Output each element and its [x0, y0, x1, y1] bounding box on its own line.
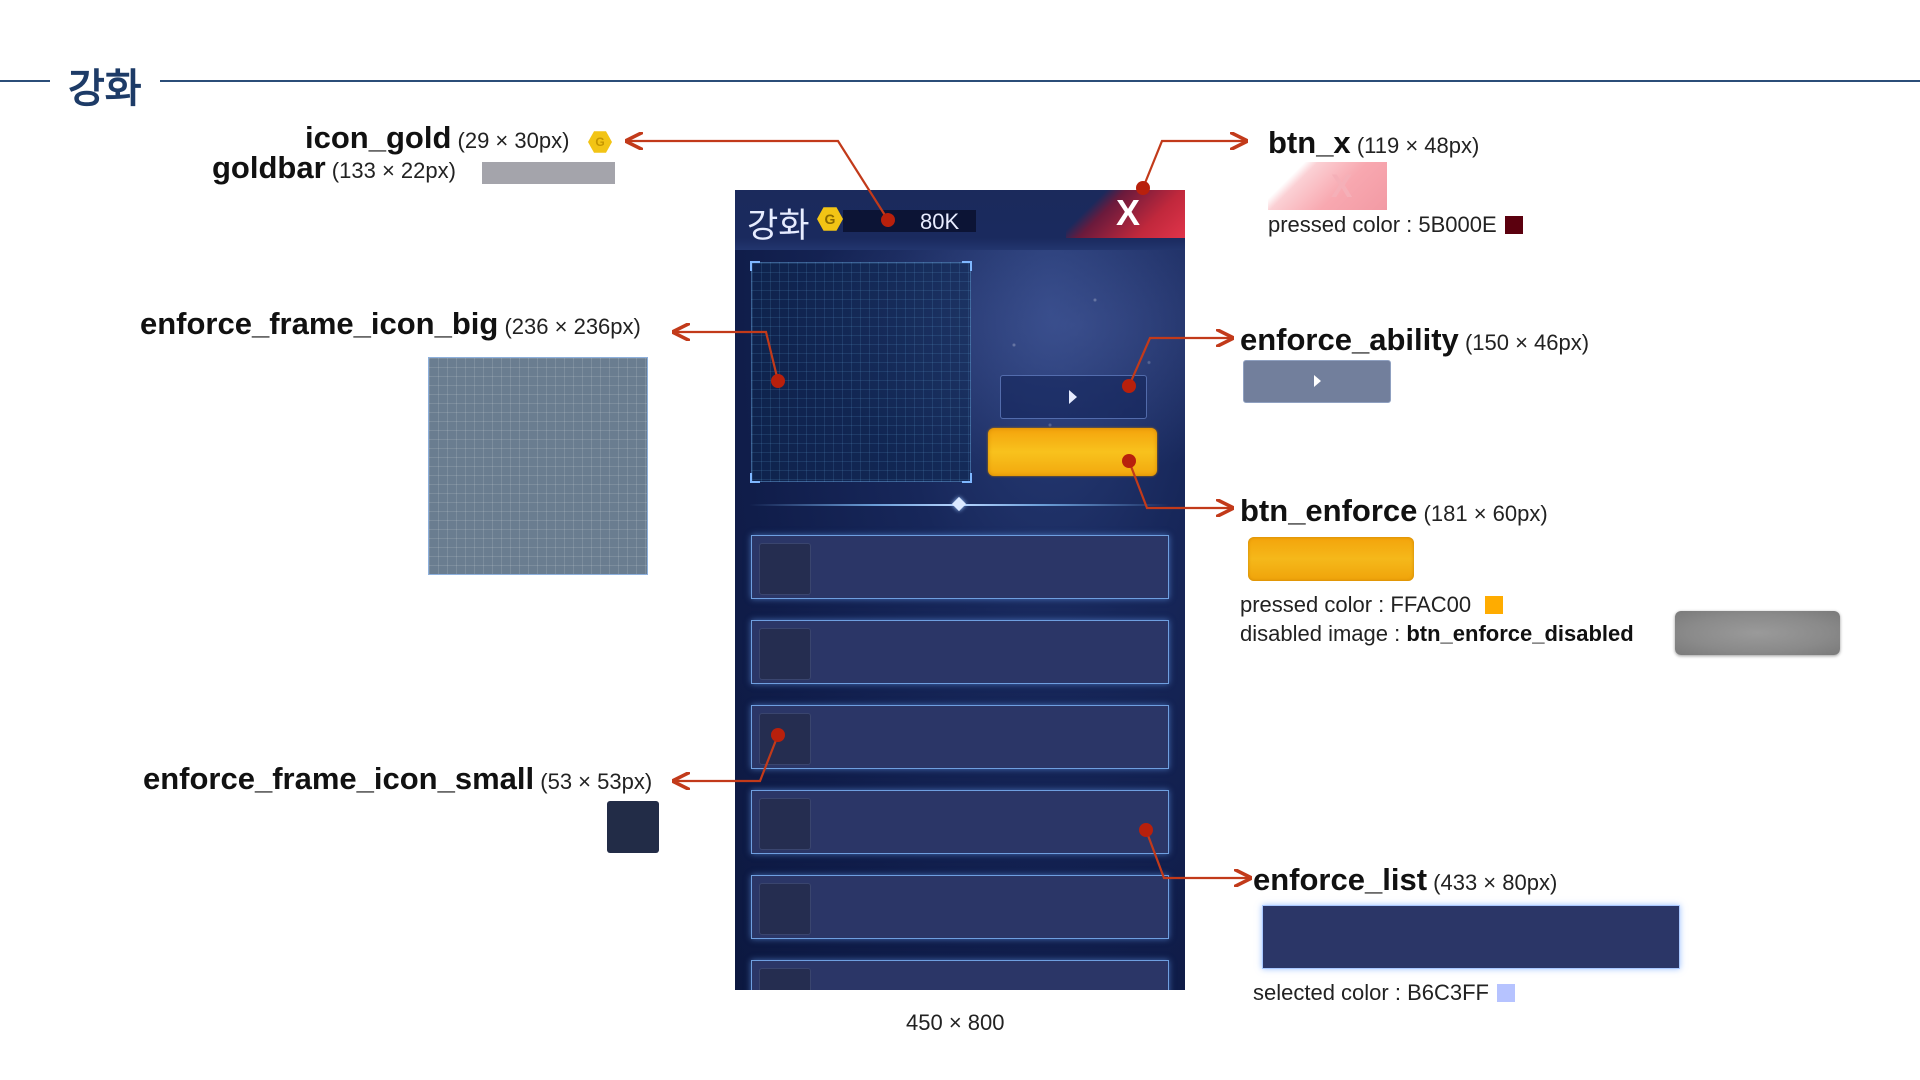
close-icon: X	[1331, 168, 1353, 204]
label-name: enforce_ability	[1240, 322, 1459, 357]
enforce-list-item[interactable]	[751, 875, 1169, 939]
game-screen: 강화 G 80K X	[735, 190, 1185, 990]
label-name: icon_gold	[305, 120, 452, 155]
label-goldbar: goldbar (133 × 22px)	[212, 152, 456, 183]
enforce-frame-icon-small	[759, 883, 811, 935]
color-swatch	[1485, 596, 1504, 614]
btn-x-sample	[1268, 162, 1387, 210]
btn-enforce-pressed-note: pressed color : FFAC00	[1240, 592, 1504, 618]
label-btn-enforce: btn_enforce (181 × 60px)	[1240, 495, 1548, 526]
enforce-frame-icon-small	[759, 968, 811, 990]
enforce-frame-icon-small	[759, 713, 811, 765]
label-size: (433 × 80px)	[1433, 870, 1558, 895]
frame-corner	[962, 473, 972, 483]
label-enforce-list: enforce_list (433 × 80px)	[1253, 864, 1557, 895]
label-size: (29 × 30px)	[457, 128, 570, 153]
label-size: (236 × 236px)	[504, 314, 641, 339]
label-icon-gold: icon_gold (29 × 30px)	[305, 122, 569, 153]
header-rule-left	[0, 80, 50, 82]
gold-amount: 80K	[920, 209, 960, 234]
header-rule-right	[160, 80, 1920, 82]
label-name: btn_enforce	[1240, 493, 1418, 528]
label-enforce-ability: enforce_ability (150 × 46px)	[1240, 324, 1589, 355]
frame-corner	[962, 261, 972, 271]
label-name: enforce_frame_icon_small	[143, 761, 535, 796]
label-size: (53 × 53px)	[540, 769, 653, 794]
label-name: btn_x	[1268, 125, 1351, 160]
note-text: selected color : B6C3FF	[1253, 980, 1489, 1005]
frame-corner	[750, 261, 760, 271]
canvas-size-caption: 450 × 800	[906, 1010, 1005, 1035]
btn-enforce-disabled-sample	[1675, 611, 1840, 655]
screen-title: 강화	[747, 207, 810, 245]
note-text: pressed color : FFAC00	[1240, 592, 1472, 617]
enforce-frame-big-sample	[428, 357, 648, 575]
enforce-frame-icon-small	[759, 798, 811, 850]
section-title: 강화	[68, 67, 142, 111]
enforce-list-item[interactable]	[751, 790, 1169, 854]
close-icon: X	[1116, 192, 1141, 233]
arrow-btn-x	[1141, 141, 1246, 189]
label-size: (181 × 60px)	[1423, 501, 1548, 526]
enforce-list-item[interactable]	[751, 620, 1169, 684]
enforce-frame-small-sample	[607, 801, 659, 853]
enforce-list-sample	[1262, 905, 1680, 969]
enforce-list-item[interactable]	[751, 705, 1169, 769]
gold-icon: G	[817, 207, 843, 231]
note-name: btn_enforce_disabled	[1406, 621, 1634, 646]
btn-enforce-sample	[1248, 537, 1414, 581]
gold-icon-sample: G	[588, 131, 612, 153]
enforce-ability-button[interactable]	[1000, 375, 1147, 419]
enforce-frame-icon-big[interactable]	[750, 261, 972, 483]
enforce-list-item[interactable]	[751, 960, 1169, 990]
label-name: goldbar	[212, 150, 326, 185]
frame-corner	[750, 473, 760, 483]
note-text: pressed color : 5B000E	[1268, 212, 1497, 237]
enforce-frame-icon-small	[759, 543, 811, 595]
btn-enforce-disabled-note: disabled image : btn_enforce_disabled	[1240, 621, 1634, 647]
enforce-frame-icon-small	[759, 628, 811, 680]
color-swatch	[1504, 216, 1523, 234]
enforce-list-selected-note: selected color : B6C3FF	[1253, 980, 1515, 1006]
goldbar-sample	[482, 162, 615, 184]
label-size: (133 × 22px)	[331, 158, 456, 183]
enforce-list-item[interactable]	[751, 535, 1169, 599]
label-name: enforce_list	[1253, 862, 1428, 897]
enforce-ability-sample	[1243, 360, 1391, 403]
label-size: (119 × 48px)	[1356, 133, 1480, 158]
note-prefix: disabled image :	[1240, 621, 1407, 646]
play-icon	[1314, 375, 1321, 387]
top-bar: 강화 G 80K X	[735, 190, 1185, 250]
color-swatch	[1496, 984, 1515, 1002]
label-name: enforce_frame_icon_big	[140, 306, 499, 341]
label-btn-x: btn_x (119 × 48px)	[1268, 127, 1479, 158]
btn-x-pressed-note: pressed color : 5B000E	[1268, 212, 1523, 238]
label-enforce-frame-icon-big: enforce_frame_icon_big (236 × 236px)	[140, 308, 641, 339]
play-icon	[1069, 390, 1077, 404]
label-enforce-frame-icon-small: enforce_frame_icon_small (53 × 53px)	[143, 763, 652, 794]
label-size: (150 × 46px)	[1464, 330, 1590, 355]
enforce-button[interactable]	[988, 428, 1157, 476]
